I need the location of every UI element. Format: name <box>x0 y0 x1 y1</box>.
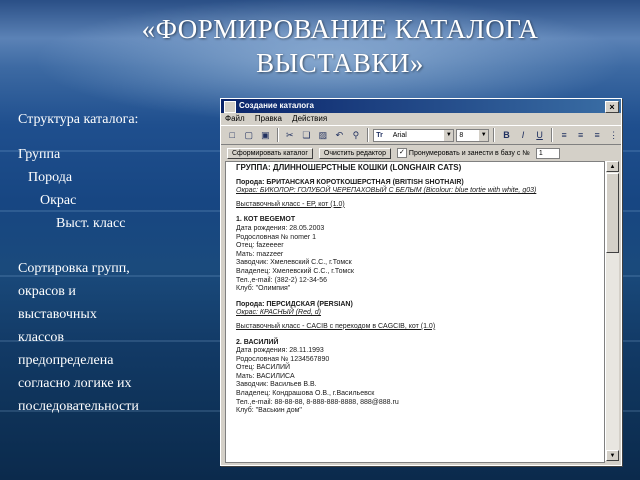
hierarchy-breed: Порода <box>28 170 73 185</box>
slide-title-line1: «ФОРМИРОВАНИЕ КАТАЛОГА <box>141 14 539 44</box>
entry-name: 1. КОТ BEGEMOT <box>236 216 296 224</box>
sort-line: окрасов и <box>18 284 76 299</box>
close-button[interactable]: × <box>605 101 619 113</box>
align-center-icon[interactable]: ≡ <box>573 128 588 143</box>
underline-icon[interactable]: U <box>532 128 547 143</box>
entry-line: Владелец: Хмелевский С.С., г.Томск <box>236 267 354 275</box>
undo-icon[interactable]: ↶ <box>332 128 347 143</box>
window-titlebar[interactable]: Создание каталога × <box>221 99 621 113</box>
sort-line: Сортировка групп, <box>18 261 130 276</box>
renumber-option[interactable]: ✓ Пронумеровать и занести в базу с № <box>396 148 530 158</box>
sort-line: предопределена <box>18 353 114 368</box>
menu-file[interactable]: Файл <box>225 114 245 123</box>
slide-title: «ФОРМИРОВАНИЕ КАТАЛОГА ВЫСТАВКИ» <box>70 12 610 80</box>
action-bar: Сформировать каталог Очистить редактор ✓… <box>221 145 621 161</box>
sort-line: согласно логике их <box>18 376 132 391</box>
entry-line: Родословная № nomer 1 <box>236 233 316 241</box>
renumber-label: Пронумеровать и занести в базу с № <box>408 149 530 157</box>
entry-line: Клуб: "Васькин дом" <box>236 407 302 415</box>
entry-line: Мать: ВАСИЛИСА <box>236 372 295 380</box>
entry-line: Родословная № 1234567890 <box>236 355 330 363</box>
scroll-down-icon[interactable]: ▼ <box>606 450 619 461</box>
entry-line: Отец: fazeeeer <box>236 242 284 250</box>
font-size-select[interactable]: 8 ▼ <box>456 128 490 142</box>
cut-icon[interactable]: ✂ <box>283 128 298 143</box>
catalog-window: Создание каталога × Файл Правка Действия… <box>220 98 622 466</box>
entry-line: Тел.,e-mail: 88-88-88, 8-888-888-8888, 8… <box>236 398 399 406</box>
sort-line: классов <box>18 330 65 345</box>
entry-line: Дата рождения: 28.11.1993 <box>236 347 324 355</box>
structure-heading: Структура каталога: <box>18 112 139 127</box>
clear-editor-button[interactable]: Очистить редактор <box>318 147 391 159</box>
entry-line: Клуб: "Олимпия" <box>236 285 291 293</box>
copy-icon[interactable]: ❏ <box>299 128 314 143</box>
align-left-icon[interactable]: ≡ <box>557 128 572 143</box>
font-size-value: 8 <box>459 131 464 139</box>
font-type-icon: Tr <box>376 131 383 139</box>
italic-icon[interactable]: I <box>516 128 531 143</box>
entry-line: Дата рождения: 28.05.2003 <box>236 224 325 232</box>
hierarchy-color: Окрас <box>40 193 77 208</box>
entry-name: 2. ВАСИЛИЙ <box>236 338 279 346</box>
app-icon <box>224 101 236 113</box>
chevron-down-icon[interactable]: ▼ <box>479 129 489 141</box>
open-folder-icon[interactable]: ▢ <box>242 128 257 143</box>
bold-icon[interactable]: B <box>499 128 514 143</box>
breed-heading: Порода: БРИТАНСКАЯ КОРОТКОШЕРСТНАЯ (BRIT… <box>236 178 464 186</box>
entry-line: Владелец: Кондрашова О.В., г.Васильевск <box>236 390 375 398</box>
sort-line: выставочных <box>18 307 97 322</box>
group-heading: ГРУППА: ДЛИННОШЕРСТНЫЕ КОШКИ (LONGHAIR C… <box>236 163 462 172</box>
save-icon[interactable]: ▣ <box>258 128 273 143</box>
entry-line: Отец: ВАСИЛИЙ <box>236 364 291 372</box>
font-select[interactable]: Tr Arial ▼ <box>373 128 455 142</box>
hierarchy-class: Выст. класс <box>56 216 126 231</box>
entry-line: Тел.,e-mail: (382-2) 12-34-56 <box>236 276 327 284</box>
entry-line: Заводчик: Васильев В.В. <box>236 381 317 389</box>
window-title: Создание каталога <box>239 101 314 110</box>
catalog-editor[interactable]: ГРУППА: ДЛИННОШЕРСТНЫЕ КОШКИ (LONGHAIR C… <box>225 161 605 463</box>
find-icon[interactable]: ⚲ <box>349 128 364 143</box>
class-line: Выставочный класс - ЕР, кот (1.0) <box>236 200 345 208</box>
menu-edit[interactable]: Правка <box>255 114 282 123</box>
hierarchy-group: Группа <box>18 147 61 162</box>
font-name: Arial <box>392 131 407 139</box>
align-right-icon[interactable]: ≡ <box>590 128 605 143</box>
bullets-icon[interactable]: ⋮ <box>606 128 621 143</box>
sort-line: последовательности <box>18 399 139 414</box>
menu-actions[interactable]: Действия <box>292 114 327 123</box>
scroll-thumb[interactable] <box>606 173 619 253</box>
new-file-icon[interactable]: □ <box>225 128 240 143</box>
color-line: Окрас: БИКОЛОР: ГОЛУБОЙ ЧЕРЕПАХОВЫЙ С БЕ… <box>236 187 537 195</box>
chevron-down-icon[interactable]: ▼ <box>444 129 454 141</box>
paste-icon[interactable]: ▨ <box>316 128 331 143</box>
scroll-up-icon[interactable]: ▲ <box>606 161 619 172</box>
form-catalog-button[interactable]: Сформировать каталог <box>227 147 313 159</box>
toolbar: □ ▢ ▣ ✂ ❏ ▨ ↶ ⚲ Tr Arial ▼ 8 ▼ B I U ≡ ≡… <box>221 125 621 145</box>
vertical-scrollbar[interactable]: ▲ ▼ <box>605 161 619 461</box>
entry-line: Заводчик: Хмелевский С.С., г.Томск <box>236 259 352 267</box>
color-line: Окрас: КРАСНЫЙ (Red, d) <box>236 309 322 317</box>
left-description: Структура каталога: Группа Порода Окрас … <box>18 108 139 418</box>
class-line: Выставочный класс - CACIB с переходом в … <box>236 322 436 330</box>
start-number-input[interactable]: 1 <box>535 147 560 159</box>
slide-title-line2: ВЫСТАВКИ» <box>256 48 424 78</box>
renumber-checkbox[interactable]: ✓ <box>396 148 407 158</box>
menu-bar: Файл Правка Действия <box>221 113 621 125</box>
